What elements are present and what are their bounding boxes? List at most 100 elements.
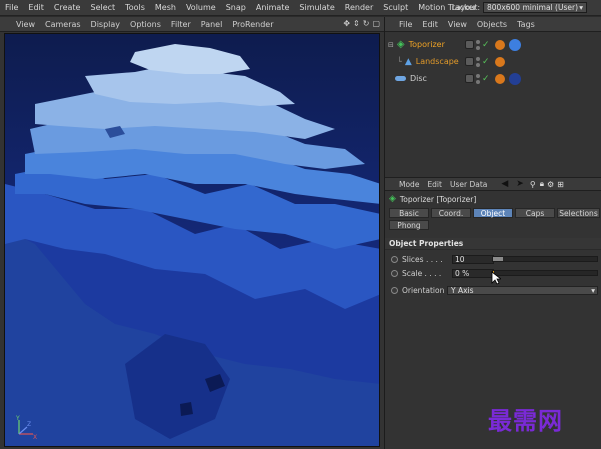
obj-menu-tags[interactable]: Tags xyxy=(512,20,540,29)
attr-menu-edit[interactable]: Edit xyxy=(423,180,446,189)
mouse-cursor-icon xyxy=(491,271,503,287)
animate-radio-icon[interactable] xyxy=(391,286,398,294)
layer-chip-icon[interactable] xyxy=(465,40,474,49)
attr-menu-user-data[interactable]: User Data xyxy=(446,180,491,189)
layout-select[interactable]: 800x600 minimal (User) ▾ xyxy=(483,2,587,13)
layer-chip-icon[interactable] xyxy=(465,74,474,83)
menu-animate[interactable]: Animate xyxy=(251,3,295,12)
attr-menu-mode[interactable]: Mode xyxy=(385,180,423,189)
collapse-icon[interactable]: ⊟ xyxy=(388,41,394,49)
visibility-dots-icon[interactable] xyxy=(476,73,480,84)
object-name[interactable]: Landscape xyxy=(416,57,459,66)
menu-create[interactable]: Create xyxy=(49,3,86,12)
enabled-check-icon[interactable]: ✓ xyxy=(482,74,490,84)
axis-x-label: X xyxy=(33,434,37,440)
visibility-dots-icon[interactable] xyxy=(476,39,480,50)
pattern-tag-icon[interactable] xyxy=(494,39,505,50)
animate-radio-icon[interactable] xyxy=(391,269,398,277)
menu-volume[interactable]: Volume xyxy=(181,3,221,12)
3d-viewport[interactable]: Y X Z xyxy=(4,33,380,447)
menu-edit[interactable]: Edit xyxy=(23,3,49,12)
object-properties-header: Object Properties xyxy=(385,238,601,250)
orientation-value: Y Axis xyxy=(451,285,474,295)
menu-simulate[interactable]: Simulate xyxy=(294,3,339,12)
orientation-dropdown[interactable]: Y Axis ▾ xyxy=(447,285,598,295)
settings-icon[interactable]: ⚙ xyxy=(547,180,554,189)
right-panel: File Edit View Objects Tags ⊟ ◈ Toporize… xyxy=(384,17,601,449)
layer-chip-icon[interactable] xyxy=(465,57,474,66)
object-name[interactable]: Toporizer xyxy=(409,40,445,49)
back-arrow-icon[interactable]: ◀ xyxy=(501,179,508,189)
obj-menu-edit[interactable]: Edit xyxy=(417,20,443,29)
slices-slider[interactable] xyxy=(492,256,598,262)
viewport-menu-view[interactable]: View xyxy=(0,20,40,29)
viewport-menu-panel[interactable]: Panel xyxy=(196,20,228,29)
viewport-menu-display[interactable]: Display xyxy=(86,20,126,29)
object-row-toporizer[interactable]: ⊟ ◈ Toporizer ✓ xyxy=(385,36,601,53)
enabled-check-icon[interactable]: ✓ xyxy=(482,57,490,67)
menu-select[interactable]: Select xyxy=(85,3,120,12)
orientation-label: Orientation xyxy=(402,285,445,295)
menu-render[interactable]: Render xyxy=(340,3,378,12)
viewport-panel: View Cameras Display Options Filter Pane… xyxy=(0,17,384,449)
object-row-landscape[interactable]: └ ▲ Landscape ✓ xyxy=(385,53,601,70)
tab-object[interactable]: Object xyxy=(473,208,513,218)
viewport-menu-filter[interactable]: Filter xyxy=(166,20,196,29)
rotate-icon[interactable]: ↻ xyxy=(363,19,370,28)
object-tags: ✓ xyxy=(465,56,505,67)
object-manager: ⊟ ◈ Toporizer ✓ └ ▲ Landscape ✓ Disc ✓ xyxy=(385,33,601,185)
scale-field[interactable]: 0 % xyxy=(452,268,494,278)
toporizer-icon: ◈ xyxy=(396,39,405,50)
disc-icon xyxy=(395,76,406,81)
attribute-tabs: Basic Coord. Object Caps Selections Phon… xyxy=(389,208,600,230)
prop-slices: Slices . . . . 10 xyxy=(385,253,601,265)
tab-basic[interactable]: Basic xyxy=(389,208,429,218)
material-tag-icon[interactable] xyxy=(508,72,521,85)
move-icon[interactable]: ✥ xyxy=(343,19,350,28)
viewport-menubar: View Cameras Display Options Filter Pane… xyxy=(0,17,384,32)
slices-value: 10 xyxy=(455,254,465,264)
pattern-tag-icon[interactable] xyxy=(494,73,505,84)
axis-gizmo: Y X Z xyxy=(13,414,39,440)
new-panel-icon[interactable]: ⊞ xyxy=(557,180,564,189)
scale-slider[interactable] xyxy=(492,270,598,276)
viewport-nav-icons: ✥ ⇕ ↻ ▢ xyxy=(343,19,380,28)
viewport-menu-options[interactable]: Options xyxy=(125,20,166,29)
obj-menu-view[interactable]: View xyxy=(443,20,472,29)
lock-icon[interactable]: 🔒︎ xyxy=(540,179,544,189)
hierarchy-line-icon: └ xyxy=(397,57,402,66)
menu-file[interactable]: File xyxy=(0,3,23,12)
enabled-check-icon[interactable]: ✓ xyxy=(482,40,490,50)
toporizer-icon: ◈ xyxy=(389,194,396,204)
menu-sculpt[interactable]: Sculpt xyxy=(378,3,413,12)
layout-label: Layout: xyxy=(451,3,480,12)
menu-tools[interactable]: Tools xyxy=(120,3,150,12)
menu-mesh[interactable]: Mesh xyxy=(150,3,181,12)
layout-switcher: Layout: 800x600 minimal (User) ▾ xyxy=(452,2,587,13)
cursor-arrow-icon[interactable]: ➤ xyxy=(516,179,524,189)
axis-y-label: Y xyxy=(15,415,20,422)
viewport-menu-cameras[interactable]: Cameras xyxy=(40,20,86,29)
object-name[interactable]: Disc xyxy=(410,74,427,83)
object-tags: ✓ xyxy=(465,38,521,51)
object-row-disc[interactable]: Disc ✓ xyxy=(385,70,601,87)
zoom-icon[interactable]: ⇕ xyxy=(353,19,360,28)
obj-menu-file[interactable]: File xyxy=(385,20,417,29)
object-manager-menubar: File Edit View Objects Tags xyxy=(385,17,601,32)
menu-snap[interactable]: Snap xyxy=(221,3,251,12)
animate-radio-icon[interactable] xyxy=(391,255,398,263)
tab-selections[interactable]: Selections xyxy=(557,208,600,218)
pattern-tag-icon[interactable] xyxy=(494,56,505,67)
tab-caps[interactable]: Caps xyxy=(515,208,555,218)
viewport-menu-prorender[interactable]: ProRender xyxy=(227,20,278,29)
tab-phong[interactable]: Phong xyxy=(389,220,429,230)
tab-coord[interactable]: Coord. xyxy=(431,208,471,218)
slices-field[interactable]: 10 xyxy=(452,254,494,264)
search-icon[interactable]: ⚲ xyxy=(530,180,536,189)
visibility-dots-icon[interactable] xyxy=(476,56,480,67)
axis-z-label: Z xyxy=(27,421,31,428)
maximize-icon[interactable]: ▢ xyxy=(372,19,380,28)
material-tag-icon[interactable] xyxy=(508,38,521,51)
slices-label: Slices . . . . xyxy=(402,254,443,264)
obj-menu-objects[interactable]: Objects xyxy=(472,20,512,29)
